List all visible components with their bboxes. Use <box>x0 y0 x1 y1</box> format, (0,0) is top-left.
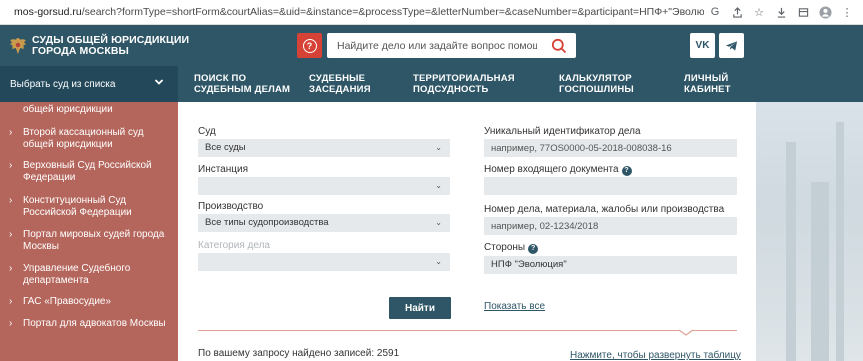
star-icon[interactable]: ☆ <box>751 3 767 21</box>
search-icon[interactable] <box>551 38 567 54</box>
court-links-sidebar: общей юрисдикции › Второй кассационный су… <box>0 102 178 361</box>
instance-label: Инстанция <box>198 164 248 175</box>
chevron-right-icon: › <box>9 296 13 307</box>
nav-fee-calculator[interactable]: КАЛЬКУЛЯТОР ГОСПОШЛИНЫ <box>559 73 634 95</box>
case-number-label: Номер дела, материала, жалобы или произв… <box>484 204 725 215</box>
proceeding-label: Производство <box>198 201 264 212</box>
download-icon[interactable] <box>773 3 789 21</box>
search-input[interactable] <box>327 33 537 58</box>
results-count: По вашему запросу найдено записей: 2591 <box>198 348 400 359</box>
uid-input-wrap <box>484 139 737 157</box>
help-button[interactable]: ? <box>297 33 322 58</box>
category-select[interactable]: ⌄ <box>198 253 450 271</box>
city-background-image <box>756 102 863 361</box>
parties-label: Стороны? <box>484 242 539 254</box>
instance-select[interactable]: ⌄ <box>198 177 450 195</box>
google-icon[interactable]: G <box>707 3 723 21</box>
dropdown-arrow-icon: ⌄ <box>435 257 442 266</box>
court-label: Суд <box>198 126 216 137</box>
chevron-right-icon: › <box>9 318 13 329</box>
category-label: Категория дела <box>198 240 270 251</box>
nav-case-search[interactable]: ПОИСК ПО СУДЕБНЫМ ДЕЛАМ <box>194 73 290 95</box>
dropdown-arrow-icon: ⌄ <box>435 218 442 227</box>
telegram-icon <box>725 40 738 51</box>
find-button[interactable]: Найти <box>389 297 451 319</box>
building-shape <box>786 142 796 361</box>
chevron-right-icon: › <box>9 160 13 171</box>
telegram-button[interactable] <box>719 33 744 58</box>
chevron-down-icon[interactable] <box>678 326 694 336</box>
question-icon: ? <box>302 38 317 53</box>
site-header: СУДЫ ОБЩЕЙ ЮРИСДИКЦИИ ГОРОДА МОСКВЫ ? VK <box>0 25 863 66</box>
court-select-dropdown[interactable]: Выбрать суд из списка <box>0 66 178 102</box>
incoming-doc-input-wrap <box>484 177 737 195</box>
nav-personal-account[interactable]: ЛИЧНЫЙ КАБИНЕТ <box>684 73 731 95</box>
vk-button[interactable]: VK <box>690 33 715 58</box>
site-search <box>327 33 576 58</box>
case-number-input[interactable] <box>491 217 737 235</box>
share-icon[interactable] <box>729 3 745 21</box>
parties-input[interactable]: НПФ "Эволюция" <box>484 256 737 274</box>
dropdown-arrow-icon: ⌄ <box>435 143 442 152</box>
more-menu-icon[interactable]: ⋮ <box>839 3 855 21</box>
chevron-right-icon: › <box>9 127 13 138</box>
browser-address-bar[interactable]: mos-gorsud.ru/search?formType=shortForm&… <box>0 0 863 25</box>
uid-input[interactable] <box>491 139 737 157</box>
uid-label: Уникальный идентификатор дела <box>484 126 641 137</box>
coat-of-arms-icon <box>10 38 26 54</box>
address-url[interactable]: mos-gorsud.ru/search?formType=shortForm&… <box>14 6 704 18</box>
sidebar-item-magistrates-portal[interactable]: › Портал мировых судей города Москвы <box>0 229 178 253</box>
court-select[interactable]: Все суды ⌄ <box>198 139 450 157</box>
results-divider <box>198 330 737 331</box>
chevron-right-icon: › <box>9 195 13 206</box>
expand-table-link[interactable]: Нажмите, чтобы развернуть таблицу <box>570 350 741 361</box>
incoming-doc-label: Номер входящего документа? <box>484 164 632 176</box>
nav-jurisdiction[interactable]: ТЕРРИТОРИАЛЬНАЯ ПОДСУДНОСТЬ <box>413 73 515 95</box>
incoming-doc-input[interactable] <box>491 177 737 195</box>
dropdown-arrow-icon: ⌄ <box>435 181 442 190</box>
sidebar-item-gas-pravosudie[interactable]: › ГАС «Правосудие» <box>0 296 178 308</box>
vk-icon: VK <box>695 40 710 51</box>
browser-toolbar-icons: G ☆ ⋮ <box>707 3 855 21</box>
info-icon[interactable]: ? <box>528 244 539 254</box>
main-navigation: Выбрать суд из списка ПОИСК ПО СУДЕБНЫМ Д… <box>0 66 863 102</box>
info-icon[interactable]: ? <box>621 166 632 176</box>
proceeding-select[interactable]: Все типы судопроизводства ⌄ <box>198 214 450 232</box>
profile-avatar-icon[interactable] <box>817 3 833 21</box>
case-search-form: Суд Все суды ⌄ Инстанция ⌄ Производство В… <box>178 102 756 361</box>
sidebar-item-constitutional-court[interactable]: › Конституционный Суд Российской Федерации <box>0 195 178 219</box>
chevron-right-icon: › <box>9 263 13 274</box>
sidebar-item-supreme-court[interactable]: › Верховный Суд Российской Федерации <box>0 160 178 184</box>
case-number-input-wrap <box>484 217 737 235</box>
building-shape <box>811 182 829 361</box>
chevron-down-icon <box>154 79 164 85</box>
sidebar-item-judicial-department[interactable]: › Управление Судебного департамента <box>0 263 178 287</box>
site-logo-title[interactable]: СУДЫ ОБЩЕЙ ЮРИСДИКЦИИ ГОРОДА МОСКВЫ <box>32 35 189 57</box>
building-shape <box>836 122 844 361</box>
sidebar-item-second-cassation[interactable]: › Второй кассационный суд общей юрисдикции <box>0 127 178 151</box>
show-all-link[interactable]: Показать все <box>484 301 545 312</box>
sidebar-item-partial[interactable]: общей юрисдикции <box>0 104 178 116</box>
nav-court-sessions[interactable]: СУДЕБНЫЕ ЗАСЕДАНИЯ <box>309 73 371 95</box>
sidebar-item-lawyers-portal[interactable]: › Портал для адвокатов Москвы <box>0 318 178 330</box>
tab-search-icon[interactable] <box>795 3 811 21</box>
chevron-right-icon: › <box>9 229 13 240</box>
